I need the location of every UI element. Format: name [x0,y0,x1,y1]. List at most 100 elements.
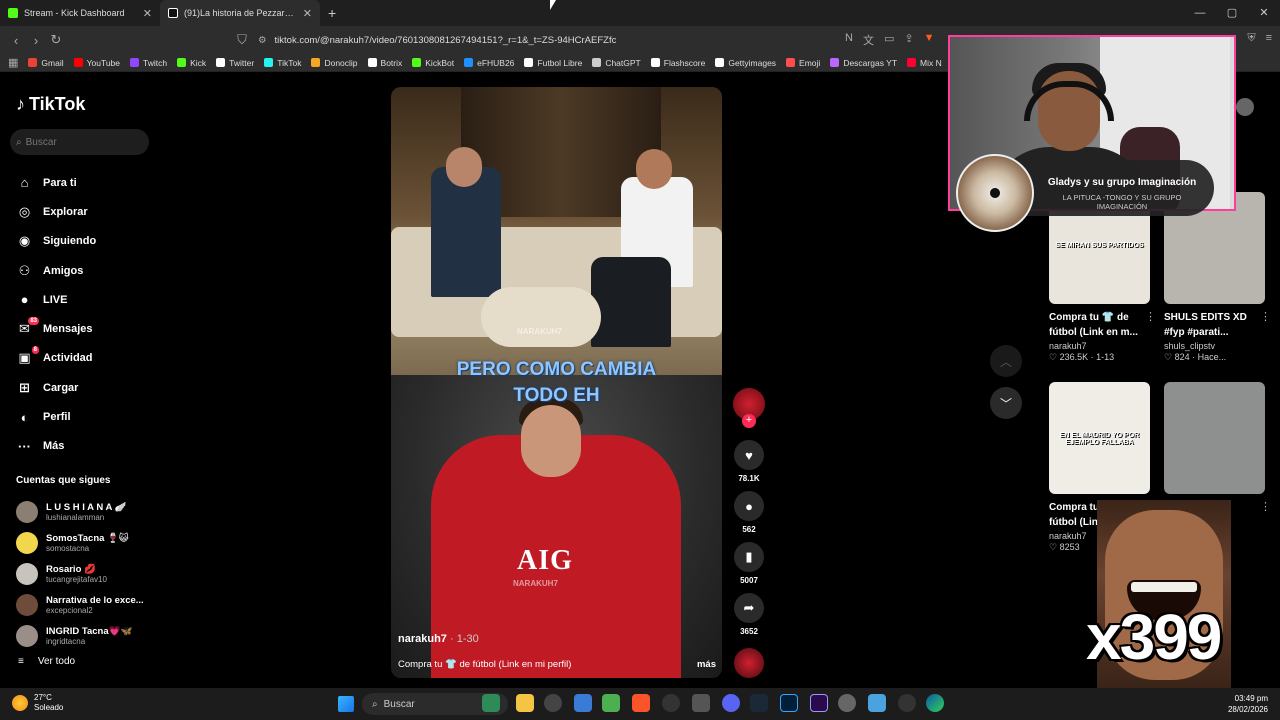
maximize-icon[interactable]: ▢ [1216,0,1248,26]
nav-item-mensajes[interactable]: ✉ 83 Mensajes [16,314,96,343]
file-explorer-icon[interactable] [516,694,534,712]
bookmark-item[interactable]: YouTube [73,58,120,68]
creator-avatar[interactable]: + [733,388,765,428]
video-thumbnail[interactable] [1164,382,1265,494]
nav-item-live[interactable]: ● LIVE [16,285,96,314]
bookmark-page-icon[interactable]: ⛉ [232,32,252,48]
forward-icon[interactable]: › [26,33,46,48]
translate-icon[interactable]: 文 [863,32,874,48]
site-settings-icon[interactable]: ⚙ [258,35,267,46]
bookmark-item[interactable]: Flashscore [650,58,705,68]
heart-icon[interactable]: ♥ [734,440,764,470]
media-player-icon[interactable] [898,694,916,712]
more-options-icon[interactable]: ⋮ [1260,310,1271,323]
bookmark-item[interactable]: Descargas YT [830,58,897,68]
nav-item-perfil[interactable]: ◐ Perfil [16,402,96,431]
bookmark-item[interactable]: Twitch [130,58,167,68]
heart-button[interactable]: ♥ 78.1K [733,440,765,483]
bookmark-item[interactable]: ChatGPT [592,58,641,68]
search-input[interactable] [25,136,136,148]
brave-icon[interactable] [632,694,650,712]
app-icon[interactable] [574,694,592,712]
video-app-icon[interactable] [662,694,680,712]
search-box[interactable]: ⌕ [10,129,149,155]
video-author[interactable]: narakuh7 [1049,341,1150,351]
more-options-icon[interactable]: ⋮ [1145,310,1156,323]
more-button[interactable]: más [697,659,716,670]
related-video-card[interactable]: SHULS EDITS XD #fyp #parati... shuls_clip… [1164,192,1271,363]
video-author[interactable]: narakuh7 · 1-30 [398,633,716,645]
reload-icon[interactable]: ↻ [46,32,66,48]
widgets-icon[interactable] [482,694,500,712]
related-video-card[interactable]: SE MIRAN SUS PARTIDOS Compra tu 👕 de fútb… [1049,192,1156,363]
bookmark-item[interactable]: KickBot [412,58,454,68]
settings-icon[interactable] [838,694,856,712]
previous-video-button[interactable]: ︿ [990,345,1022,377]
obs-icon[interactable] [544,694,562,712]
video-thumbnail[interactable]: EN EL MADRID YO POR EJEMPLO FALLABA [1049,382,1150,494]
share-page-icon[interactable]: ⇪ [904,32,913,48]
bookmark-item[interactable]: Emoji [786,58,820,68]
nav-item-cargar[interactable]: ⊞ Cargar [16,373,96,402]
minimize-icon[interactable]: — [1184,0,1216,26]
nav-item-actividad[interactable]: ▣ 8 Actividad [16,344,96,373]
tiktok-logo[interactable]: ♪ TikTok [16,94,85,115]
next-video-button[interactable]: ﹀ [990,387,1022,419]
bookmark-item[interactable]: Donoclip [311,58,358,68]
following-account[interactable]: L U S H I A N A 🪽 lushianalamman [16,496,144,527]
vpn-icon[interactable]: ⛨ [1247,32,1255,45]
following-account[interactable]: INGRID Tacna💗🦋 ingridtacna [16,620,144,651]
reader-icon[interactable]: N [845,32,853,48]
music-disc-icon[interactable] [734,648,764,678]
see-all-link[interactable]: ≡ Ver todo [18,656,75,667]
nav-item-más[interactable]: ··· Más [16,432,96,461]
related-video-card[interactable]: -12-1 ⋮ [1164,382,1271,513]
close-tab-icon[interactable]: ✕ [303,7,312,20]
weather-widget[interactable]: 27°C Soleado [12,693,63,713]
bookmark-item[interactable]: Mix N [907,58,942,68]
following-account[interactable]: Rosario 💋 tucangrejitafav10 [16,558,144,589]
bookmark-item[interactable]: Gmail [28,58,64,68]
bookmark-item[interactable]: Futbol Libre [524,58,582,68]
steam-icon[interactable] [750,694,768,712]
photoshop-icon[interactable] [780,694,798,712]
close-tab-icon[interactable]: ✕ [143,7,152,20]
user-avatar[interactable] [1236,98,1254,116]
video-author[interactable]: shuls_clipstv [1164,341,1265,351]
follow-plus-icon[interactable]: + [742,414,756,428]
taskbar-clock[interactable]: 03:49 pm 28/02/2026 [1228,693,1268,715]
discord-icon[interactable] [722,694,740,712]
video-player[interactable]: NARAKUH7 AIG NARAKUH7 PERO COMO CAMBIA T… [391,87,722,678]
notepad-icon[interactable] [868,694,886,712]
bookmark-item[interactable]: Twitter [216,58,254,68]
author-name[interactable]: narakuh7 [398,633,447,645]
comment-button[interactable]: ● 562 [733,491,765,534]
more-options-icon[interactable]: ⋮ [1260,500,1271,513]
bookmark-item[interactable]: Botrix [367,58,402,68]
bookmark-item[interactable]: Kick [177,58,206,68]
back-icon[interactable]: ‹ [6,33,26,48]
share-icon[interactable]: ➦ [734,593,764,623]
menu-icon[interactable]: ≡ [1266,32,1272,45]
tab-tiktok-video[interactable]: (91)La historia de Pezzarossi y ✕ [160,0,320,26]
tab-kick-dashboard[interactable]: Stream - Kick Dashboard ✕ [0,0,160,26]
bookmark-item[interactable]: eFHUB26 [464,58,514,68]
nav-item-explorar[interactable]: ◎ Explorar [16,197,96,226]
bookmark-button[interactable]: ▮ 5007 [733,542,765,585]
bookmark-item[interactable]: Gettyimages [715,58,776,68]
edge-icon[interactable] [926,694,944,712]
close-window-icon[interactable]: ✕ [1248,0,1280,26]
bookmark-icon[interactable]: ▮ [734,542,764,572]
nav-item-siguiendo[interactable]: ◉ Siguiendo [16,227,96,256]
bookmark-item[interactable]: TikTok [264,58,301,68]
comment-icon[interactable]: ● [734,491,764,521]
following-account[interactable]: Narrativa de lo exce... excepcional2 [16,589,144,620]
following-account[interactable]: SomosTacna 🍷😺 somostacna [16,527,144,558]
nav-item-para-ti[interactable]: ⌂ Para ti [16,168,96,197]
nav-item-amigos[interactable]: ⚇ Amigos [16,256,96,285]
brave-shield-icon[interactable]: ▼ [924,32,935,48]
new-tab-button[interactable]: + [328,5,336,21]
apps-grid-icon[interactable]: ▦ [8,56,18,69]
app-icon[interactable] [602,694,620,712]
premiere-icon[interactable] [810,694,828,712]
